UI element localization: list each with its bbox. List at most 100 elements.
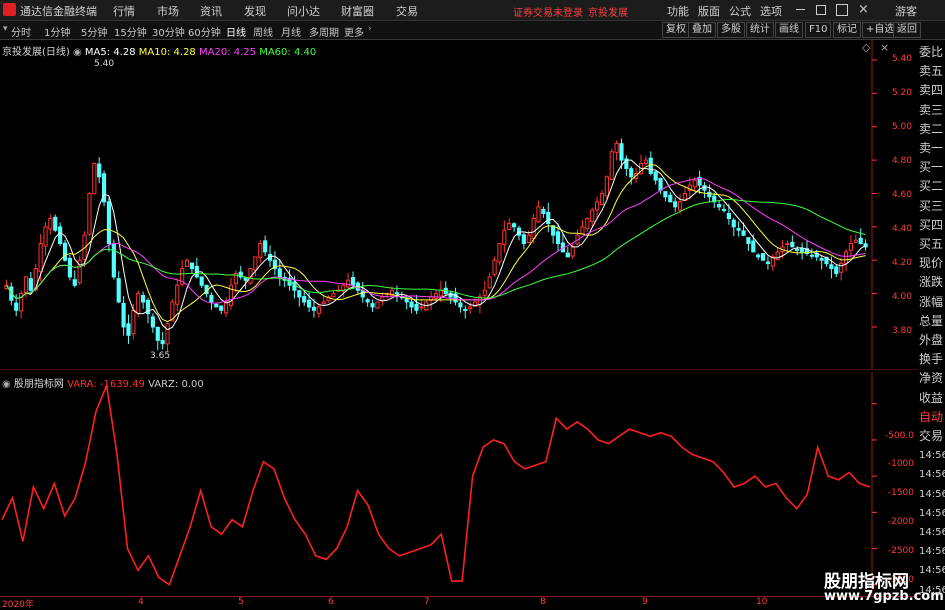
- period-30min[interactable]: 30分钟: [152, 24, 185, 39]
- candle: [165, 322, 170, 352]
- ma60-line: [5, 198, 866, 300]
- candle: [189, 262, 195, 274]
- btn-back[interactable]: 返回: [893, 22, 921, 38]
- candle: [43, 222, 48, 256]
- candle: [77, 255, 82, 286]
- side-panel-item[interactable]: 买二: [919, 178, 945, 195]
- side-panel-item[interactable]: 卖一: [919, 140, 945, 157]
- side-panel-item[interactable]: 交易: [919, 428, 945, 445]
- side-panel-item[interactable]: 14:56: [919, 447, 945, 464]
- candle: [92, 162, 97, 195]
- side-panel-item[interactable]: 买一: [919, 159, 945, 176]
- menu-function[interactable]: 功能: [667, 3, 689, 19]
- ma60-label: MA60: 4.40: [259, 47, 317, 58]
- menu-market-center[interactable]: 市场: [157, 3, 179, 19]
- side-panel-item[interactable]: 自动: [919, 409, 945, 426]
- ma20-label: MA20: 4.25: [198, 47, 257, 58]
- candle: [717, 200, 722, 211]
- candle: [97, 157, 102, 184]
- side-panel-item[interactable]: 委比: [919, 44, 945, 61]
- sub-chevron-icon[interactable]: ◉: [2, 379, 14, 390]
- side-panel-item[interactable]: 收益: [919, 390, 945, 407]
- candle: [663, 191, 668, 202]
- side-panel-item[interactable]: 14:56: [919, 505, 945, 522]
- side-panel-item[interactable]: 14:56: [919, 524, 945, 541]
- y-tick: 4.00: [891, 292, 912, 302]
- btn-stats[interactable]: 统计: [746, 22, 774, 38]
- period-more[interactable]: 更多: [344, 24, 364, 39]
- side-panel-item[interactable]: 买三: [919, 198, 945, 215]
- period-daily[interactable]: 日线: [226, 24, 246, 39]
- candlestick-chart[interactable]: [0, 40, 918, 370]
- menu-formula[interactable]: 公式: [729, 3, 751, 19]
- btn-multi-stock[interactable]: 多股: [717, 22, 745, 38]
- period-chevron-icon[interactable]: ▾: [3, 24, 8, 34]
- menu-ask-xiaoda[interactable]: 问小达: [287, 3, 320, 19]
- period-tick[interactable]: 分时: [11, 24, 31, 39]
- candle: [272, 251, 278, 276]
- candle: [62, 239, 68, 262]
- candle: [155, 326, 160, 351]
- side-panel-item[interactable]: 买五: [919, 236, 945, 253]
- candle: [194, 257, 199, 279]
- minimize-icon[interactable]: [796, 9, 805, 10]
- period-60min[interactable]: 60分钟: [188, 24, 221, 39]
- btn-mark[interactable]: 标记: [833, 22, 861, 38]
- period-15min[interactable]: 15分钟: [114, 24, 147, 39]
- period-monthly[interactable]: 月线: [281, 24, 301, 39]
- btn-adjust[interactable]: 复权: [662, 22, 690, 38]
- candle: [28, 271, 33, 292]
- menu-discover[interactable]: 发现: [244, 3, 266, 19]
- side-panel-item[interactable]: 涨幅: [919, 294, 945, 311]
- period-1min[interactable]: 1分钟: [44, 24, 70, 39]
- close-icon[interactable]: ×: [858, 2, 869, 17]
- sub-y-tick: -2000: [887, 517, 914, 527]
- maximize-icon[interactable]: [836, 4, 848, 16]
- side-panel-item[interactable]: 现价: [919, 255, 945, 272]
- candle: [673, 197, 678, 213]
- side-panel-item[interactable]: 卖三: [919, 102, 945, 119]
- menu-options[interactable]: 选项: [760, 3, 782, 19]
- sub-y-tick: -1500: [887, 488, 914, 498]
- period-toolbar: ▾ 分时 1分钟 5分钟 15分钟 30分钟 60分钟 日线 周线 月线 多周期…: [0, 21, 945, 40]
- menu-bar: 通达信金融终端 行情 市场 资讯 发现 问小达 财富圈 交易 证券交易未登录 京…: [0, 0, 945, 21]
- btn-overlay[interactable]: 叠加: [688, 22, 716, 38]
- chart-close-icon[interactable]: ×: [880, 41, 889, 54]
- status-not-logged-in[interactable]: 证券交易未登录: [513, 4, 583, 19]
- guest-label[interactable]: 游客: [895, 3, 917, 19]
- side-panel-item[interactable]: 14:56: [919, 486, 945, 503]
- candle: [492, 256, 497, 277]
- period-multi[interactable]: 多周期: [309, 24, 339, 39]
- more-chevron-icon[interactable]: ›: [368, 24, 372, 34]
- x-label: 8: [540, 597, 546, 607]
- indicator-chart[interactable]: [0, 372, 918, 596]
- side-panel-item[interactable]: 14:56: [919, 543, 945, 560]
- candle: [809, 248, 814, 259]
- chart-settings-icon[interactable]: ◇: [862, 41, 870, 54]
- menu-layout[interactable]: 版面: [698, 3, 720, 19]
- side-panel-item[interactable]: 外盘: [919, 332, 945, 349]
- menu-news[interactable]: 资讯: [200, 3, 222, 19]
- side-panel-item[interactable]: 买四: [919, 217, 945, 234]
- side-panel-item[interactable]: 换手: [919, 351, 945, 368]
- candle: [409, 299, 414, 314]
- side-panel-item[interactable]: 净资: [919, 370, 945, 387]
- side-panel-item[interactable]: 卖五: [919, 63, 945, 80]
- side-panel-item[interactable]: 14:56: [919, 466, 945, 483]
- btn-f10[interactable]: F10: [805, 22, 832, 38]
- side-panel-item[interactable]: 总量: [919, 313, 945, 330]
- candle: [839, 257, 844, 281]
- restore-icon[interactable]: [816, 5, 826, 15]
- side-panel-item[interactable]: 卖二: [919, 121, 945, 138]
- period-5min[interactable]: 5分钟: [81, 24, 107, 39]
- menu-trade[interactable]: 交易: [396, 3, 418, 19]
- candle: [551, 225, 556, 244]
- period-weekly[interactable]: 周线: [253, 24, 273, 39]
- y-tick: 4.40: [891, 224, 912, 234]
- side-panel-item[interactable]: 涨跌: [919, 274, 945, 291]
- legend-chevron-icon[interactable]: ◉: [73, 47, 85, 58]
- menu-wealth-circle[interactable]: 财富圈: [341, 3, 374, 19]
- btn-draw[interactable]: 画线: [775, 22, 803, 38]
- menu-market[interactable]: 行情: [113, 3, 135, 19]
- side-panel-item[interactable]: 卖四: [919, 82, 945, 99]
